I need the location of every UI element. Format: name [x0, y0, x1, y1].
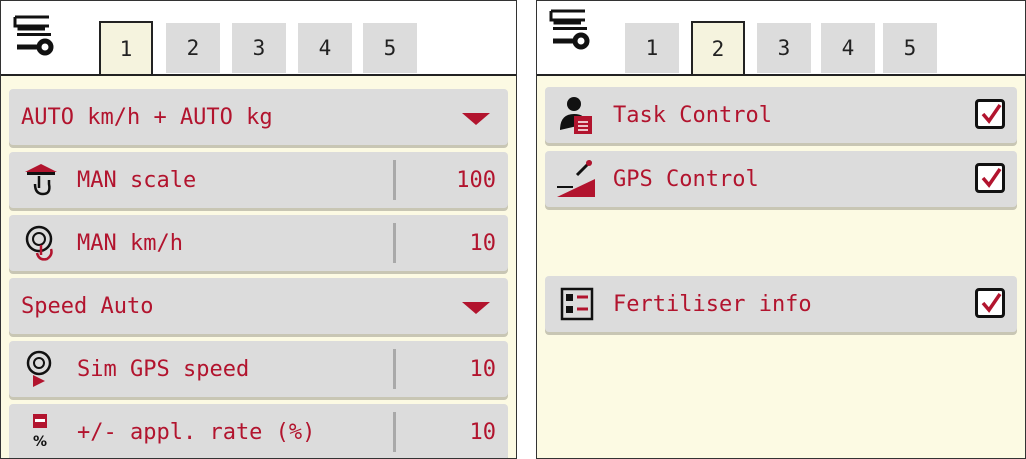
gps-control-label: GPS Control [613, 166, 759, 192]
gps-field-icon [555, 157, 599, 201]
sim-gps-label: Sim GPS speed [77, 356, 250, 382]
speedometer-play-icon [19, 347, 63, 391]
mode-select[interactable]: AUTO km/h + AUTO kg [9, 89, 508, 145]
sim-gps-value: 10 [469, 356, 497, 382]
task-control-checkbox[interactable] [975, 99, 1005, 129]
task-control-row[interactable]: Task Control [545, 87, 1017, 143]
tab-bar: 1 2 3 4 5 [1, 1, 516, 76]
gps-control-row[interactable]: GPS Control [545, 151, 1017, 207]
hand-scale-icon [19, 158, 63, 202]
dropdown-arrow-icon [462, 113, 490, 125]
appl-rate-label: +/- appl. rate (%) [77, 419, 316, 445]
tab-4[interactable]: 4 [821, 23, 875, 73]
tab-bar: 1 2 3 4 5 [537, 1, 1025, 76]
man-scale-row[interactable]: MAN scale 100 [9, 152, 508, 208]
hand-speedometer-icon [19, 221, 63, 265]
tab-4[interactable]: 4 [298, 23, 352, 73]
appl-rate-row[interactable]: % +/- appl. rate (%) 10 [9, 404, 508, 458]
speed-select-label: Speed Auto [21, 293, 154, 319]
sim-gps-row[interactable]: Sim GPS speed 10 [9, 341, 508, 397]
man-scale-label: MAN scale [77, 167, 197, 193]
gps-control-checkbox[interactable] [975, 163, 1005, 193]
dropdown-arrow-icon [462, 302, 490, 314]
menu-tool-icon[interactable] [545, 5, 595, 55]
task-control-label: Task Control [613, 102, 772, 128]
tab-3[interactable]: 3 [757, 23, 811, 73]
tab-2[interactable]: 2 [166, 23, 220, 73]
appl-rate-value: 10 [469, 419, 497, 445]
fertiliser-info-label: Fertiliser info [613, 291, 812, 317]
menu-tool-icon[interactable] [9, 11, 59, 61]
operator-clipboard-icon [555, 93, 599, 137]
tab-1[interactable]: 1 [99, 21, 153, 75]
man-kmh-label: MAN km/h [77, 230, 183, 256]
tab-5[interactable]: 5 [883, 23, 937, 73]
fertiliser-info-checkbox[interactable] [975, 288, 1005, 318]
man-kmh-value: 10 [469, 230, 497, 256]
weight-percent-icon: % [19, 410, 63, 454]
fertiliser-info-row[interactable]: Fertiliser info [545, 276, 1017, 332]
tab-underline [537, 74, 1025, 76]
tab-1[interactable]: 1 [625, 23, 679, 73]
tab-5[interactable]: 5 [363, 23, 417, 73]
mode-select-label: AUTO km/h + AUTO kg [21, 104, 273, 130]
tab-3[interactable]: 3 [232, 23, 286, 73]
info-list-icon [555, 282, 599, 326]
speed-select[interactable]: Speed Auto [9, 278, 508, 334]
man-scale-value: 100 [456, 167, 496, 193]
man-kmh-row[interactable]: MAN km/h 10 [9, 215, 508, 271]
tab-underline [1, 74, 516, 76]
svg-text:%: % [33, 434, 47, 450]
tab-2[interactable]: 2 [691, 21, 745, 75]
right-panel: 1 2 3 4 5 Task Control GPS Control Ferti… [536, 0, 1026, 459]
left-panel: 1 2 3 4 5 AUTO km/h + AUTO kg MAN scale … [0, 0, 517, 459]
